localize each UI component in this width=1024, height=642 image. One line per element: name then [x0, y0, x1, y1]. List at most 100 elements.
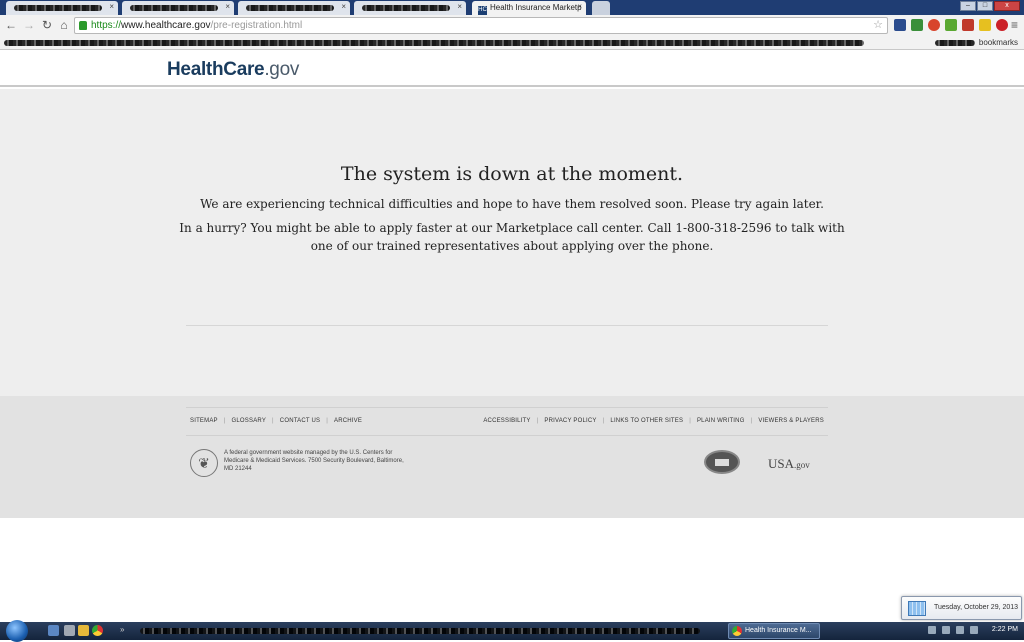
- link-separator: |: [689, 418, 691, 424]
- divider: [186, 407, 828, 408]
- link-separator: |: [223, 418, 226, 424]
- footer-link-sitemap[interactable]: SITEMAP: [190, 418, 218, 424]
- site-footer: SITEMAP | GLOSSARY | CONTACT US | ARCHIVE A…: [0, 396, 1024, 518]
- browser-menu-icon[interactable]: ≡: [1011, 18, 1018, 32]
- tray-icon[interactable]: [942, 626, 950, 634]
- forward-arrow-icon[interactable]: →: [22, 18, 36, 32]
- other-bookmarks-link[interactable]: bookmarks: [979, 38, 1018, 47]
- tab-close-icon[interactable]: ×: [225, 2, 230, 11]
- chrome-icon[interactable]: [92, 625, 103, 636]
- start-button[interactable]: [6, 620, 28, 642]
- white-house-seal-icon[interactable]: [704, 450, 740, 474]
- minimize-button[interactable]: –: [960, 1, 976, 11]
- usagov-main: USA: [768, 456, 795, 471]
- redacted-scribble: [140, 628, 700, 634]
- quicklaunch-icon[interactable]: [64, 625, 75, 636]
- extension-icon[interactable]: [928, 19, 940, 31]
- web-page: HealthCare.gov The system is down at the…: [0, 51, 1024, 622]
- browser-toolbar: ← → ↻ ⌂ https://www.healthcare.gov/pre-r…: [0, 15, 1024, 36]
- redacted-scribble: [246, 5, 334, 11]
- footer-link-privacy-policy[interactable]: PRIVACY POLICY: [544, 418, 596, 424]
- logo-suffix: .gov: [264, 59, 300, 80]
- footer-link-viewers-players[interactable]: VIEWERS & PLAYERS: [758, 418, 824, 424]
- browser-tab-strip: × × × × HC Health Insurance Marketp × – □…: [0, 0, 1024, 15]
- footer-link-archive[interactable]: ARCHIVE: [334, 418, 362, 424]
- bookmark-star-icon[interactable]: ☆: [873, 18, 883, 33]
- chrome-icon: [732, 626, 742, 636]
- extension-icon[interactable]: [911, 19, 923, 31]
- volume-icon[interactable]: [970, 626, 978, 634]
- date-text: Tuesday, October 29, 2013: [934, 604, 1019, 611]
- tab-close-icon[interactable]: ×: [577, 2, 582, 11]
- taskbar-chrome-window[interactable]: Health Insurance M...: [728, 623, 820, 639]
- bookmarks-bar: bookmarks: [0, 36, 1024, 50]
- healthcare-favicon-icon: HC: [478, 6, 487, 15]
- logo-main: HealthCare: [167, 59, 265, 80]
- browser-tab-1[interactable]: ×: [6, 1, 118, 15]
- redacted-scribble: [362, 5, 450, 11]
- footer-link-accessibility[interactable]: ACCESSIBILITY: [483, 418, 530, 424]
- call-center-message: In a hurry? You might be able to apply f…: [179, 221, 845, 253]
- footer-link-other-sites[interactable]: LINKS TO OTHER SITES: [610, 418, 683, 424]
- extension-icon[interactable]: [945, 19, 957, 31]
- folder-icon[interactable]: [78, 625, 89, 636]
- clock[interactable]: 2:22 PM: [992, 626, 1018, 633]
- footer-link-contact-us[interactable]: CONTACT US: [280, 418, 320, 424]
- task-label: Health Insurance M...: [745, 627, 812, 634]
- show-desktop-icon[interactable]: [48, 625, 59, 636]
- usagov-suffix: .gov: [794, 460, 810, 470]
- tray-icon[interactable]: [928, 626, 936, 634]
- hhs-eagle-logo-icon[interactable]: ❦: [190, 449, 218, 477]
- browser-tab-4[interactable]: ×: [354, 1, 466, 15]
- url-path: /pre-registration.html: [210, 20, 303, 31]
- redacted-scribble: [14, 5, 102, 11]
- extension-icon[interactable]: [979, 19, 991, 31]
- difficulties-message: We are experiencing technical difficulti…: [200, 197, 824, 211]
- link-separator: |: [326, 418, 329, 424]
- back-arrow-icon[interactable]: ←: [4, 18, 18, 32]
- extension-icon[interactable]: [894, 19, 906, 31]
- footer-link-glossary[interactable]: GLOSSARY: [232, 418, 267, 424]
- link-separator: |: [536, 418, 539, 424]
- extension-icon[interactable]: [962, 19, 974, 31]
- home-icon[interactable]: ⌂: [57, 18, 71, 32]
- new-tab-button[interactable]: [592, 1, 610, 15]
- reload-icon[interactable]: ↻: [40, 18, 54, 32]
- usa-gov-logo[interactable]: USA.gov: [768, 456, 810, 472]
- url-scheme: https://: [91, 20, 122, 31]
- link-separator: |: [272, 418, 274, 424]
- link-separator: |: [602, 418, 605, 424]
- healthcare-gov-logo[interactable]: HealthCare.gov: [167, 59, 299, 81]
- address-bar[interactable]: https://www.healthcare.gov/pre-registrat…: [74, 17, 888, 34]
- pinterest-icon[interactable]: [996, 19, 1008, 31]
- chevron-right-icon[interactable]: »: [120, 625, 124, 634]
- extension-icons: [894, 19, 1008, 31]
- redacted-scribble: [4, 40, 864, 46]
- divider: [186, 325, 828, 326]
- footer-right-links: ACCESSIBILITY | PRIVACY POLICY | LINKS TO …: [483, 418, 824, 424]
- tab-close-icon[interactable]: ×: [109, 2, 114, 11]
- browser-tab-2[interactable]: ×: [122, 1, 234, 15]
- window-controls: – □ x: [960, 1, 1020, 11]
- link-separator: |: [750, 418, 753, 424]
- close-window-button[interactable]: x: [994, 1, 1020, 11]
- browser-tab-active[interactable]: HC Health Insurance Marketp ×: [472, 1, 586, 15]
- tray-icon[interactable]: [956, 626, 964, 634]
- url-host: www.healthcare.gov: [121, 20, 211, 31]
- page-title: The system is down at the moment.: [340, 163, 684, 185]
- divider: [186, 435, 828, 436]
- system-tray: [928, 626, 978, 634]
- tab-title: Health Insurance Marketp: [490, 3, 582, 12]
- footer-left-links: SITEMAP | GLOSSARY | CONTACT US | ARCHIVE: [190, 418, 362, 424]
- federal-site-notice: A federal government website managed by …: [224, 450, 404, 472]
- redacted-scribble: [130, 5, 218, 11]
- browser-tab-3[interactable]: ×: [238, 1, 350, 15]
- calendar-icon: [908, 601, 926, 616]
- maximize-button[interactable]: □: [977, 1, 993, 11]
- tab-close-icon[interactable]: ×: [457, 2, 462, 11]
- windows-taskbar: » Health Insurance M... 2:22 PM: [0, 620, 1024, 642]
- tab-close-icon[interactable]: ×: [341, 2, 346, 11]
- footer-link-plain-writing[interactable]: PLAIN WRITING: [697, 418, 745, 424]
- site-header: HealthCare.gov: [0, 51, 1024, 87]
- date-tooltip: Tuesday, October 29, 2013: [901, 596, 1022, 620]
